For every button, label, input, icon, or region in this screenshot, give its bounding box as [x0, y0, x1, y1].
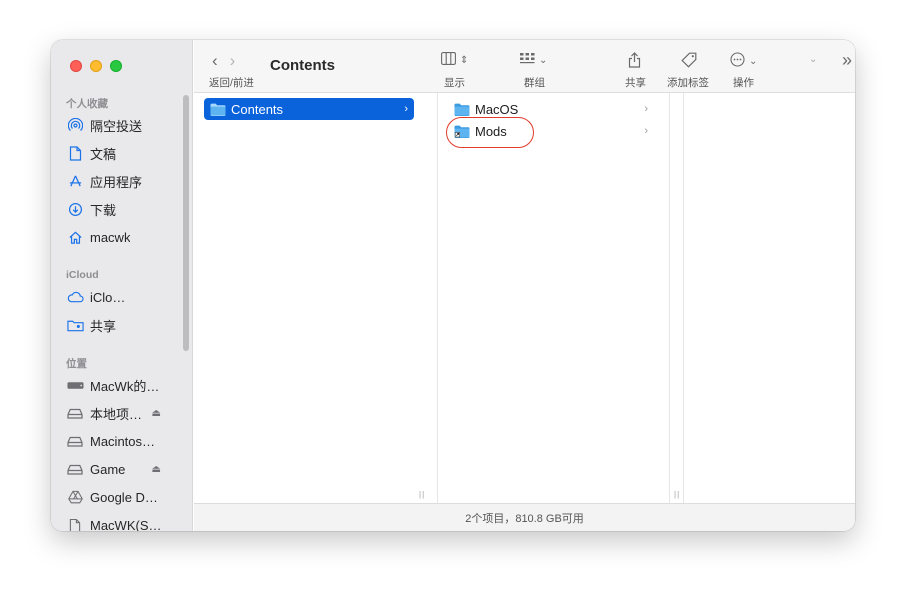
tag-label: 添加标签: [667, 77, 709, 89]
sidebar-item-label: MacWK(S…: [90, 517, 162, 532]
overflow-button[interactable]: »: [842, 50, 852, 71]
sidebar-item-macintosh-hd[interactable]: Macintos…: [66, 430, 188, 452]
sidebar-item-airdrop[interactable]: 隔空投送: [66, 114, 188, 136]
sidebar-item-label: macwk: [90, 229, 131, 245]
google-drive-icon: [66, 489, 84, 505]
column-1: Contents › ||: [194, 93, 438, 503]
document-icon: [66, 517, 84, 531]
home-icon: [66, 229, 84, 245]
nav-buttons: ‹ ›: [212, 51, 235, 71]
action-button[interactable]: ⌄: [730, 52, 757, 71]
nav-label: 返回/前进: [209, 77, 254, 89]
eject-icon[interactable]: ⏏: [152, 408, 161, 419]
column-2: MacOS › Mods › ||: [438, 93, 679, 503]
window-title: Contents: [270, 57, 335, 74]
sidebar-item-computer[interactable]: MacWk的…: [66, 374, 188, 396]
sidebar-item-downloads[interactable]: 下载: [66, 198, 188, 220]
airdrop-icon: [66, 117, 84, 133]
list-item-contents[interactable]: Contents ›: [204, 98, 414, 120]
download-icon: [66, 201, 84, 217]
chevron-right-icon: ›: [644, 103, 648, 115]
column-browser: Contents › || MacOS › Mods › ||: [194, 93, 855, 503]
document-icon: [66, 145, 84, 161]
share-label: 共享: [625, 77, 646, 89]
column-resize-handle[interactable]: ||: [419, 490, 425, 499]
chevron-right-icon: ›: [404, 103, 408, 115]
sidebar-item-label: 共享: [90, 318, 117, 334]
toolbar: ‹ › 返回/前进 Contents ⇕ 显示 ⌄ 群组 共享 添加标签 ⌄ 操…: [194, 40, 855, 93]
column-3: [670, 93, 684, 503]
sidebar-item-label: Google D…: [90, 489, 158, 505]
sidebar-item-applications[interactable]: 应用程序: [66, 170, 188, 192]
sidebar-item-icloud-drive[interactable]: iClo…: [66, 286, 188, 308]
sidebar-item-label: MacWk的…: [90, 378, 160, 394]
columns-view-icon: [441, 52, 456, 69]
back-icon[interactable]: ‹: [212, 51, 218, 71]
chevron-down-icon: ⌄: [539, 55, 548, 66]
sidebar-scrollbar[interactable]: [183, 95, 189, 351]
computer-icon: [66, 377, 84, 393]
locations-section-title: 位置: [66, 358, 87, 370]
group-label: 群组: [524, 77, 545, 89]
disk-icon: [66, 461, 84, 477]
more-dropdown[interactable]: ⌄: [809, 54, 817, 65]
window-controls: [70, 60, 122, 72]
annotation-highlight: [446, 117, 534, 148]
sidebar-item-label: 文稿: [90, 146, 117, 162]
sidebar-item-label: 应用程序: [90, 174, 143, 190]
sidebar-item-macwk-server[interactable]: MacWK(S…: [66, 514, 188, 531]
tag-button[interactable]: [681, 52, 697, 72]
double-chevron-right-icon: »: [842, 50, 853, 70]
chevron-down-icon: ⌄: [809, 54, 818, 65]
chevron-down-icon: ⌄: [749, 56, 758, 67]
list-item-label: Contents: [231, 101, 284, 117]
sidebar-item-label: iClo…: [90, 289, 126, 305]
finder-window: 个人收藏 隔空投送 文稿 应用程序 下载 macwk iCloud iClo… …: [51, 40, 855, 531]
applications-icon: [66, 173, 84, 189]
sidebar-item-label: Game: [90, 461, 126, 477]
sidebar-item-label: 下载: [90, 202, 117, 218]
view-label: 显示: [444, 77, 465, 89]
status-bar: 2个项目，810.8 GB可用: [194, 503, 855, 531]
group-icon: [520, 52, 535, 69]
status-text: 2个项目，810.8 GB可用: [465, 512, 584, 525]
chevron-right-icon: ›: [644, 125, 648, 137]
tag-icon: [681, 52, 697, 72]
shared-folder-icon: [66, 317, 84, 333]
sidebar-item-game[interactable]: Game ⏏: [66, 458, 188, 480]
icloud-section-title: iCloud: [66, 269, 99, 281]
sidebar-item-shared[interactable]: 共享: [66, 314, 188, 336]
sidebar: 个人收藏 隔空投送 文稿 应用程序 下载 macwk iCloud iClo… …: [51, 40, 193, 531]
view-button[interactable]: ⇕: [441, 52, 468, 69]
action-label: 操作: [733, 77, 754, 89]
forward-icon[interactable]: ›: [230, 51, 236, 71]
share-button[interactable]: [628, 52, 641, 72]
folder-icon: [454, 103, 470, 116]
sidebar-item-label: 隔空投送: [90, 118, 143, 134]
list-item-label: MacOS: [475, 101, 519, 117]
cloud-icon: [66, 289, 84, 305]
group-button[interactable]: ⌄: [520, 52, 547, 69]
sidebar-item-home[interactable]: macwk: [66, 226, 188, 248]
eject-icon[interactable]: ⏏: [152, 464, 161, 475]
sidebar-item-local-disk[interactable]: 本地项… ⏏: [66, 402, 188, 424]
folder-icon: [210, 103, 226, 116]
disk-icon: [66, 405, 84, 421]
chevron-updown-icon: ⇕: [460, 55, 469, 66]
ellipsis-circle-icon: [730, 52, 745, 71]
minimize-button[interactable]: [90, 60, 102, 72]
zoom-button[interactable]: [110, 60, 122, 72]
sidebar-item-label: 本地项…: [90, 406, 143, 422]
sidebar-item-label: Macintos…: [90, 433, 156, 449]
favorites-section-title: 个人收藏: [66, 98, 108, 110]
disk-icon: [66, 433, 84, 449]
share-icon: [628, 52, 641, 72]
sidebar-item-documents[interactable]: 文稿: [66, 142, 188, 164]
sidebar-item-google-drive[interactable]: Google D…: [66, 486, 188, 508]
close-button[interactable]: [70, 60, 82, 72]
